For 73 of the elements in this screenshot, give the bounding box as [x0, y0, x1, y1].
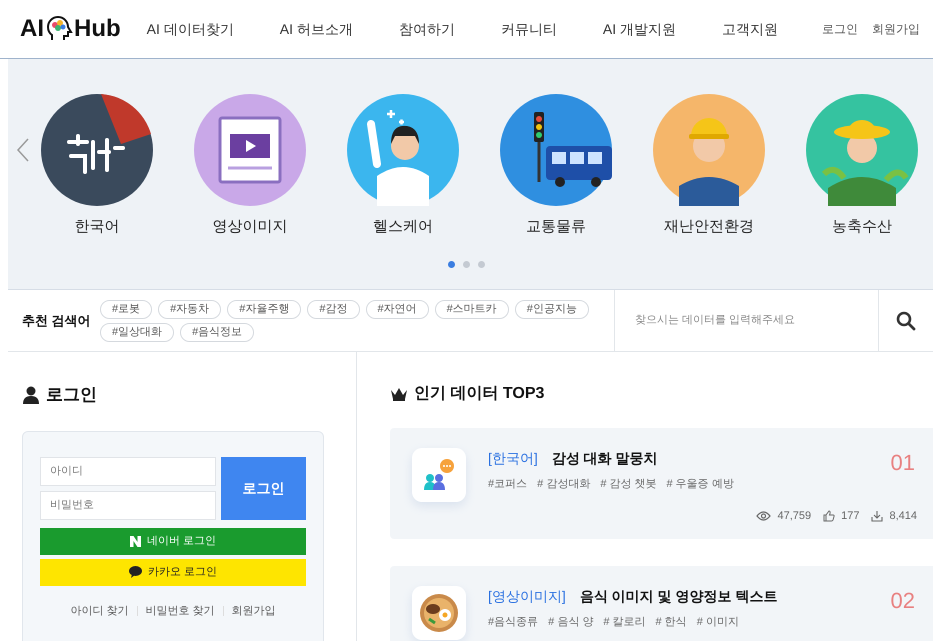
keyword-tag[interactable]: #자율주행 — [227, 300, 302, 318]
category-label[interactable]: 영상이미지 — [212, 216, 288, 238]
password-field[interactable]: 비밀번호 — [40, 490, 216, 520]
category-label[interactable]: 한국어 — [74, 216, 120, 238]
keyword-tag[interactable]: #일상대화 — [100, 322, 174, 342]
hashtag[interactable]: # 감성 챗봇 — [600, 476, 657, 492]
category-label[interactable]: 재난안전환경 — [664, 216, 754, 238]
recommended-label: 추천 검색어 — [22, 312, 92, 330]
category-tag[interactable]: [한국어] — [488, 448, 538, 469]
keyword-tag[interactable]: #로봇 — [100, 300, 152, 318]
category-tag[interactable]: [영상이미지] — [488, 586, 566, 607]
doctor-circle-drawing[interactable] — [347, 94, 459, 206]
speech-bubble-icon — [128, 566, 142, 578]
nav-link[interactable]: AI 데이터찾기 — [146, 18, 234, 40]
hashtag[interactable]: # 감성대화 — [537, 476, 590, 492]
farmer-circle-drawing[interactable] — [806, 94, 918, 206]
kakao-login-button[interactable]: 카카오 로그인 — [40, 558, 306, 586]
account-link[interactable]: 비밀번호 찾기 — [146, 602, 215, 619]
hardhat-worker-circle-drawing[interactable] — [653, 94, 765, 206]
calligraphy-circle-drawing[interactable] — [41, 94, 153, 206]
thumbs-up-icon — [823, 510, 836, 522]
keyword-tag[interactable]: #음식정보 — [180, 322, 254, 342]
nav-link[interactable]: 고객지원 — [722, 18, 778, 40]
user-icon — [22, 386, 40, 404]
section-title: 인기 데이터 TOP3 — [414, 384, 544, 404]
category-label[interactable]: 교통물류 — [526, 216, 586, 238]
nav-link[interactable]: AI 개발지원 — [602, 18, 676, 40]
naver-logo-icon — [130, 536, 141, 546]
hashtag[interactable]: #음식종류 — [488, 614, 538, 630]
naver-login-button[interactable]: 네이버 로그인 — [40, 528, 306, 554]
keyword-tag[interactable]: #자동차 — [158, 300, 222, 318]
hashtag[interactable]: # 음식 양 — [548, 614, 594, 630]
hashtag[interactable]: # 한식 — [656, 614, 687, 630]
keyword-tag[interactable]: #스마트카 — [434, 300, 509, 318]
dataset-title[interactable]: 감성 대화 말뭉치 — [552, 448, 658, 469]
keyword-tag[interactable]: #자연어 — [366, 300, 429, 318]
food-bowl-icon — [419, 593, 459, 633]
crown-icon — [390, 387, 408, 401]
search-icon — [896, 310, 916, 330]
login-button[interactable]: 로그인 — [221, 456, 306, 520]
view-count: 47,759 — [777, 509, 812, 524]
rank-number: 02 — [890, 587, 915, 615]
hashtag[interactable]: #코퍼스 — [488, 476, 528, 492]
dataset-title[interactable]: 음식 이미지 및 영양정보 텍스트 — [580, 586, 778, 607]
hashtag[interactable]: # 이미지 — [696, 614, 739, 630]
nav-link[interactable]: 참여하기 — [398, 18, 455, 40]
eye-icon — [756, 511, 772, 522]
chat-people-icon — [422, 458, 456, 492]
download-icon — [871, 510, 884, 522]
nav-link[interactable]: AI 허브소개 — [280, 18, 353, 40]
id-field[interactable]: 아이디 — [40, 456, 216, 486]
keyword-tag[interactable]: #감정 — [307, 300, 360, 318]
traffic-light-bus-circle-drawing[interactable] — [500, 94, 612, 206]
hashtag[interactable]: # 우울증 예방 — [666, 476, 734, 492]
like-count: 177 — [841, 509, 860, 524]
account-link[interactable]: 회원가입 — [232, 602, 276, 619]
rank-number: 01 — [890, 449, 915, 477]
section-title: 로그인 — [46, 384, 97, 406]
data-card[interactable]: [한국어] 감성 대화 말뭉치 #코퍼스 # 감성대화 # 감성 챗봇 # 우울증 예방 01 47,759 177 8,414 — [390, 428, 933, 539]
data-card[interactable]: [영상이미지] 음식 이미지 및 영양정보 텍스트 #음식종류 # 음식 양 # 칼로리 # 한식 # 이미지 02 — [390, 566, 933, 641]
keyword-tag[interactable]: #인공지능 — [514, 300, 589, 318]
account-link[interactable]: 아이디 찾기 — [70, 602, 128, 619]
download-count: 8,414 — [889, 509, 917, 524]
logo-text[interactable]: AI — [20, 11, 44, 47]
utility-link[interactable]: 로그인 — [822, 20, 858, 38]
category-label[interactable]: 헬스케어 — [373, 216, 433, 238]
chevron-left-icon[interactable] — [16, 137, 30, 163]
category-label[interactable]: 농축수산 — [832, 216, 892, 238]
utility-link[interactable]: 회원가입 — [872, 20, 920, 38]
hashtag[interactable]: # 칼로리 — [603, 614, 646, 630]
nav-link[interactable]: 커뮤니티 — [500, 18, 557, 40]
video-player-circle-drawing[interactable] — [194, 94, 306, 206]
logo-text[interactable]: Hub — [74, 11, 121, 47]
